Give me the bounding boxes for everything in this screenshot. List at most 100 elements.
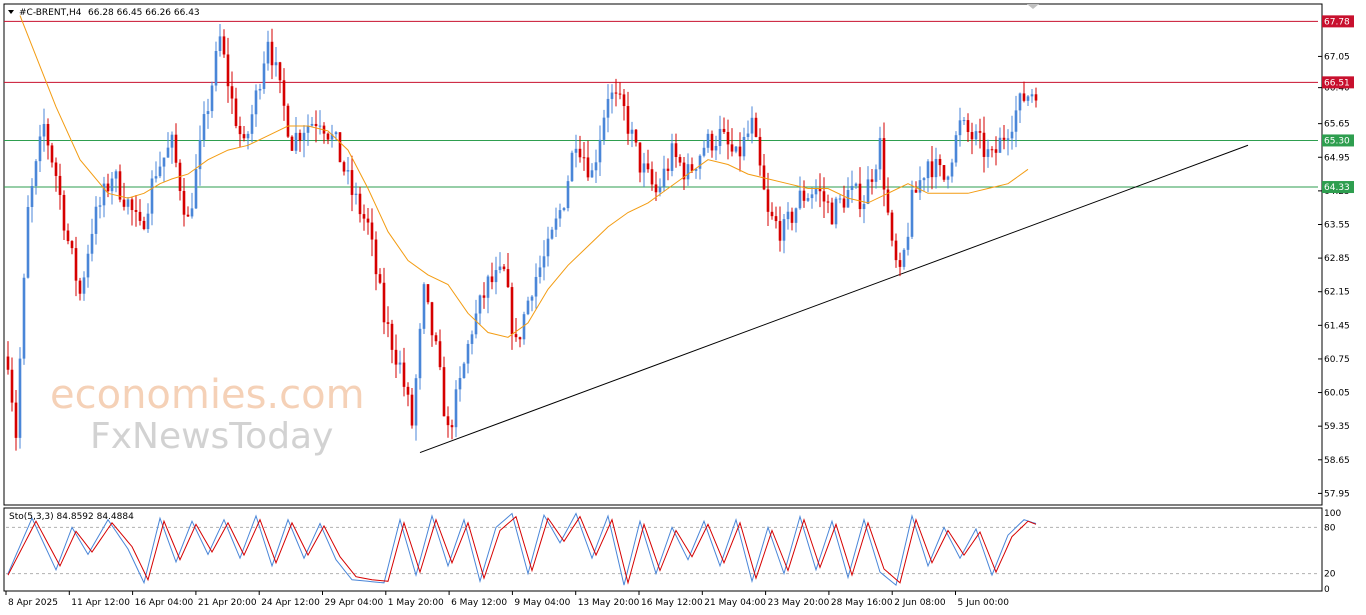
candle-body xyxy=(82,277,86,294)
candle-body xyxy=(362,214,366,219)
candle-body xyxy=(18,358,22,438)
candle-body xyxy=(414,378,418,426)
candle-body xyxy=(1022,93,1026,101)
candle-body xyxy=(334,132,338,135)
candle-body xyxy=(634,129,638,143)
candle-body xyxy=(374,239,378,275)
candle-body xyxy=(242,134,246,139)
candle-body xyxy=(494,270,498,283)
level-badge-label: 66.51 xyxy=(1324,78,1350,88)
time-tick-label: 21 May 04:00 xyxy=(704,598,766,608)
time-tick-label: 9 May 04:00 xyxy=(514,598,570,608)
candle-body xyxy=(90,233,94,254)
candle-body xyxy=(806,198,810,201)
candle-body xyxy=(42,124,46,137)
candle-body xyxy=(578,148,582,158)
candle-body xyxy=(570,152,574,182)
candle-body xyxy=(186,214,190,217)
candle-body xyxy=(586,157,590,178)
candle-body xyxy=(134,210,138,212)
candle-body xyxy=(146,213,150,230)
candle-body xyxy=(714,145,718,151)
trading-chart[interactable]: economies.com FxNewsToday 67.0566.4065.6… xyxy=(0,0,1366,615)
candle-body xyxy=(786,211,790,220)
candle-body xyxy=(1006,138,1010,140)
candle-body xyxy=(698,155,702,169)
ohlc-label: 66.28 66.45 66.26 66.43 xyxy=(88,8,200,18)
candle-body xyxy=(930,161,934,178)
candle-body xyxy=(954,135,958,163)
candle-body xyxy=(122,199,126,207)
candle-body xyxy=(142,220,146,230)
stoch-tick-label: 100 xyxy=(1324,509,1341,519)
candle-body xyxy=(486,276,490,298)
time-axis: 8 Apr 2025 11 Apr 12:00 16 Apr 04:00 21 Apr… xyxy=(5,591,1009,608)
candle-body xyxy=(850,185,854,190)
candle-body xyxy=(686,164,690,180)
candle-body xyxy=(190,208,194,217)
candle-body xyxy=(590,170,594,178)
candle-body xyxy=(238,125,242,135)
candle-body xyxy=(366,218,370,223)
level-badge-label: 64.33 xyxy=(1324,183,1350,193)
candle-body xyxy=(866,179,870,204)
watermark-fxnewstoday: FxNewsToday xyxy=(90,416,333,457)
candle-body xyxy=(734,146,738,152)
candle-body xyxy=(126,199,130,207)
candle-body xyxy=(898,260,902,267)
candle-body xyxy=(802,190,806,201)
candle-body xyxy=(718,128,722,146)
candle-body xyxy=(462,363,466,379)
candle-body xyxy=(14,402,18,438)
candle-body xyxy=(62,194,66,231)
candle-body xyxy=(674,143,678,158)
candle-body xyxy=(934,158,938,178)
candle-body xyxy=(34,161,38,187)
price-tick-label: 62.15 xyxy=(1324,288,1350,298)
time-tick-label: 16 May 12:00 xyxy=(641,598,703,608)
candle-body xyxy=(622,94,626,107)
candle-body xyxy=(778,221,782,241)
candle-body xyxy=(1030,94,1034,97)
candle-body xyxy=(1018,93,1022,111)
candle-body xyxy=(74,248,78,281)
candle-body xyxy=(314,123,318,126)
price-tick-label: 59.35 xyxy=(1324,422,1350,432)
candle-body xyxy=(230,86,234,99)
candle-body xyxy=(938,158,942,166)
candle-body xyxy=(538,267,542,277)
candle-body xyxy=(426,284,430,303)
candle-body xyxy=(630,129,634,134)
candle-body xyxy=(706,133,710,148)
candle-body xyxy=(514,334,518,338)
candle-body xyxy=(254,90,258,115)
candle-body xyxy=(654,184,658,193)
candle-body xyxy=(266,41,270,64)
candle-body xyxy=(226,54,230,87)
candle-body xyxy=(758,136,762,166)
candle-body xyxy=(702,147,706,156)
candle-body xyxy=(950,162,954,177)
candle-body xyxy=(302,132,306,141)
candle-body xyxy=(94,206,98,234)
candle-body xyxy=(454,389,458,428)
level-badge-label: 67.78 xyxy=(1324,17,1350,27)
candle-body xyxy=(410,394,414,426)
candle-body xyxy=(358,193,362,215)
candle-body xyxy=(1002,137,1006,140)
time-tick-label: 28 May 16:00 xyxy=(831,598,893,608)
candle-body xyxy=(894,240,898,261)
price-tick-label: 64.95 xyxy=(1324,153,1350,163)
candle-body xyxy=(282,80,286,106)
candle-body xyxy=(394,349,398,365)
candle-body xyxy=(658,186,662,193)
candle-body xyxy=(690,164,694,171)
time-tick-label: 8 Apr 2025 xyxy=(8,598,58,608)
candle-body xyxy=(798,190,802,209)
candle-body xyxy=(354,193,358,195)
candle-body xyxy=(418,328,422,379)
candle-body xyxy=(662,168,666,187)
candle-body xyxy=(502,266,506,270)
candle-body xyxy=(626,106,630,134)
time-tick-label: 2 Jun 08:00 xyxy=(894,598,946,608)
